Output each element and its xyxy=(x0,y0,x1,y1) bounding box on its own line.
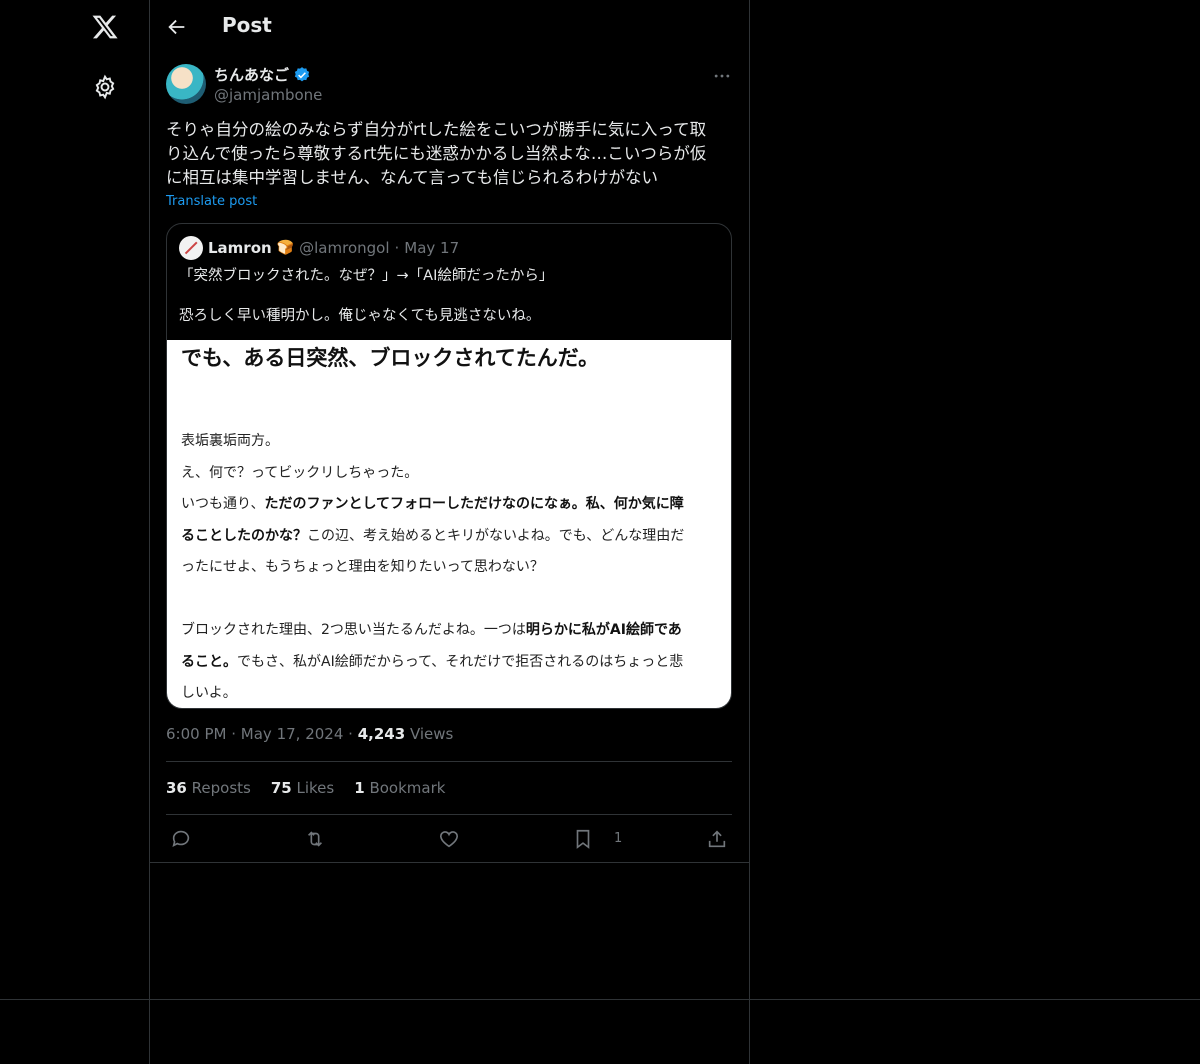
author-name-row: ちんあなご xyxy=(214,64,311,85)
reply-icon[interactable] xyxy=(170,828,192,850)
quote-name-emoji: 🍞 xyxy=(276,240,295,256)
quote-author-name[interactable]: Lamron xyxy=(208,239,272,257)
verified-badge-icon xyxy=(294,66,310,81)
post-time[interactable]: 6:00 PM xyxy=(166,725,226,743)
image-text: ブロックされた理由、2つ思い当たるんだよね。一つは xyxy=(181,622,526,638)
image-paragraph: ることしたのかな？この辺、考え始めるとキリがないよね。でも、どんな理由だ xyxy=(181,521,721,553)
post-text-line: に相互は集中学習しません、なんて言っても信じられるわけがない xyxy=(166,168,659,187)
image-body-text: 表垢裏垢両方。 え、何で？ってビックリしちゃった。 いつも通り、ただのファンとし… xyxy=(181,426,721,708)
main-column: Post ちんあなご @jamjambone そりゃ自分の絵のみならず自分がrt… xyxy=(149,0,750,1064)
reposts-count: 36 xyxy=(166,779,187,797)
meta-separator: · xyxy=(231,725,237,743)
post-stats: 36 Reposts 75 Likes 1 Bookmark xyxy=(166,779,445,797)
likes-stat[interactable]: 75 Likes xyxy=(271,779,334,797)
back-arrow-icon[interactable] xyxy=(166,16,188,38)
divider xyxy=(166,761,732,762)
image-text: この辺、考え始めるとキリがないよね。でも、どんな理由だ xyxy=(307,527,685,544)
image-spacer xyxy=(181,584,721,616)
repost-icon[interactable] xyxy=(304,828,326,850)
post-date[interactable]: May 17, 2024 xyxy=(241,725,344,743)
page-title: Post xyxy=(222,13,272,37)
more-options-icon[interactable] xyxy=(712,66,732,86)
reposts-label: Reposts xyxy=(191,779,251,797)
image-paragraph: いつも通り、ただのファンとしてフォローしただけなのになぁ。私、何か気に障 xyxy=(181,489,721,521)
left-nav xyxy=(0,0,149,1000)
quote-text-line: 「突然ブロックされた。なぜ？」→「AI絵師だったから」 xyxy=(179,268,554,284)
gear-icon[interactable] xyxy=(92,74,118,100)
quoted-post[interactable]: Lamron 🍞 @lamrongol · May 17 「突然ブロックされた。な… xyxy=(166,223,732,709)
image-bold-text: ることしたのかな？ xyxy=(181,527,307,544)
meta-separator: · xyxy=(348,725,353,743)
quote-author-handle[interactable]: @lamrongol xyxy=(299,239,389,257)
likes-count: 75 xyxy=(270,779,292,797)
quote-avatar[interactable] xyxy=(179,236,203,260)
share-icon[interactable] xyxy=(706,828,728,850)
image-title: でも、ある日突然、ブロックされてたんだ。 xyxy=(181,346,600,370)
x-logo-icon[interactable] xyxy=(91,13,119,41)
bookmark-count: 1 xyxy=(614,831,623,846)
image-paragraph: ったにせよ、もうちょっと理由を知りたいって思わない？ xyxy=(181,559,544,575)
post-text-line: そりゃ自分の絵のみならず自分がrtした絵をこいつが勝手に気に入って取 xyxy=(166,120,707,139)
quote-text-line: 恐ろしく早い種明かし。俺じゃなくても見逃さないね。 xyxy=(179,308,541,324)
image-text: いつも通り、 xyxy=(181,496,265,512)
divider xyxy=(150,862,749,863)
translate-post-link[interactable]: Translate post xyxy=(166,194,257,209)
bookmarks-count: 1 xyxy=(354,779,365,797)
image-paragraph: ること。でもさ、私がAI絵師だからって、それだけで拒否されるのはちょっと悲 xyxy=(181,647,721,679)
image-bold-text: 明らかに私がAI絵師であ xyxy=(525,622,682,638)
bookmarks-stat[interactable]: 1 Bookmark xyxy=(354,779,445,797)
image-paragraph: しいよ。 xyxy=(181,685,237,701)
image-paragraph: え、何で？ってビックリしちゃった。 xyxy=(181,464,419,481)
likes-label: Likes xyxy=(296,779,335,797)
image-paragraph: ブロックされた理由、2つ思い当たるんだよね。一つは明らかに私がAI絵師であ xyxy=(181,615,721,647)
bookmark-icon[interactable] xyxy=(572,828,594,850)
views-count: 4,243 xyxy=(357,725,406,743)
reposts-stat[interactable]: 36 Reposts xyxy=(166,779,251,797)
image-paragraph: 表垢裏垢両方。 xyxy=(181,433,279,449)
quote-date[interactable]: May 17 xyxy=(404,239,459,257)
bookmarks-label: Bookmark xyxy=(369,779,446,797)
post-meta: 6:00 PM · May 17, 2024 · 4,243 Views xyxy=(166,725,453,743)
author-avatar[interactable] xyxy=(166,64,206,104)
image-bold-text: ただのファンとしてフォローしただけなのになぁ。私、何か気に障 xyxy=(264,496,684,512)
author-handle[interactable]: @jamjambone xyxy=(214,86,322,104)
image-bold-text: ること。 xyxy=(181,653,237,670)
author-name[interactable]: ちんあなご xyxy=(214,64,289,85)
page-header: Post xyxy=(150,0,749,53)
divider xyxy=(166,814,732,815)
quote-separator: · xyxy=(394,239,400,257)
image-text: でもさ、私がAI絵師だからって、それだけで拒否されるのはちょっと悲 xyxy=(237,653,684,670)
post-text: そりゃ自分の絵のみならず自分がrtした絵をこいつが勝手に気に入って取 り込んで使… xyxy=(166,118,734,190)
post-text-line: り込んで使ったら尊敬するrt先にも迷惑かかるし当然よな…こいつらが仮 xyxy=(166,144,707,163)
action-bar: 1 xyxy=(166,826,732,854)
quote-media-image[interactable]: でも、ある日突然、ブロックされてたんだ。 表垢裏垢両方。 え、何で？ってビックリ… xyxy=(167,340,731,708)
quote-header: Lamron 🍞 @lamrongol · May 17 xyxy=(179,236,459,260)
like-icon[interactable] xyxy=(438,828,460,850)
views-label: Views xyxy=(409,725,454,743)
